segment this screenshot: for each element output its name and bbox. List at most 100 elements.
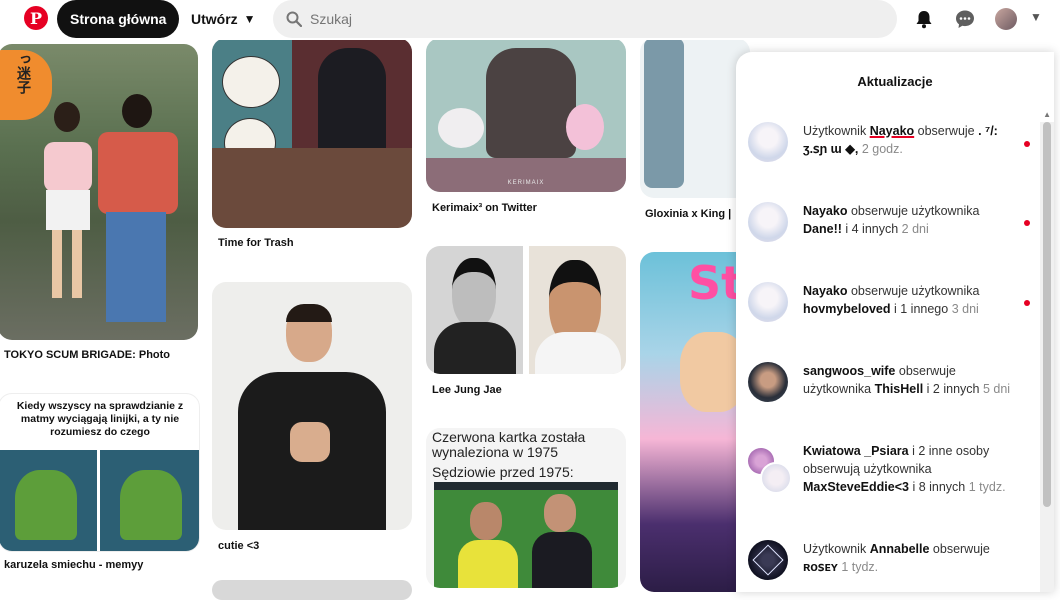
notification-item[interactable]: Kwiatowa _Psiara i 2 inne osoby obserwuj…: [748, 442, 1018, 512]
kermit-right-image: [100, 450, 199, 551]
text-suffix: i 4 innych: [841, 222, 902, 236]
notification-text: Użytkownik Nayako obserwuje . ⁷/: ʒ.ꜱɲ ɯ…: [803, 122, 1013, 158]
pin-caption[interactable]: Gloxinia x King |: [645, 208, 731, 220]
user-avatar[interactable]: [748, 540, 788, 580]
notification-text: Nayako obserwuje użytkownika Dane!! i 4 …: [803, 202, 1013, 238]
pin-image-kermit-meme[interactable]: Kiedy wszyscy na sprawdzianie z matmy wy…: [0, 393, 200, 552]
watermark-text: KERIMAIX: [507, 180, 545, 186]
comic-table: [212, 148, 412, 228]
meme-text: Kiedy wszyscy na sprawdzianie z matmy wy…: [16, 400, 184, 438]
account-chevron-down-icon[interactable]: ▼: [1030, 10, 1042, 24]
pin-image-partial[interactable]: [212, 580, 412, 600]
notifications-panel: Aktualizacje ▲ Użytkownik Nayako obserwu…: [736, 52, 1054, 592]
notification-text: sangwoos_wife obserwuje użytkownika This…: [803, 362, 1013, 398]
search-icon: [286, 11, 302, 27]
pin-image-kerimaix-art[interactable]: KERIMAIX: [426, 38, 626, 192]
text-suffix: i 2 innych: [923, 382, 983, 396]
pin-image-batman-comic[interactable]: [212, 38, 412, 228]
chevron-down-icon: ▼: [243, 12, 256, 26]
user-avatar[interactable]: [995, 8, 1017, 30]
pin-image-man-portrait[interactable]: [212, 282, 412, 530]
target-username[interactable]: ʀᴏꜱᴇʏ: [803, 560, 838, 574]
person-right-figure: [90, 94, 182, 340]
meme-line-1: Czerwona kartka została wynaleziona w 19…: [432, 429, 586, 460]
art-creature: [566, 104, 604, 150]
create-label: Utwórz: [191, 11, 238, 27]
face-shape: [286, 304, 332, 362]
actor-username[interactable]: Kwiatowa _Psiara: [803, 444, 909, 458]
search-bar[interactable]: [273, 0, 897, 38]
text-prefix: Użytkownik: [803, 542, 870, 556]
panel-title: Aktualizacje: [857, 74, 933, 89]
text-middle: obserwuje: [929, 542, 990, 556]
actor-username[interactable]: Nayako: [803, 204, 847, 218]
text-suffix: i 1 innego: [890, 302, 952, 316]
text-middle: obserwuje użytkownika: [847, 284, 980, 298]
search-input[interactable]: [308, 10, 872, 28]
color-photo: [529, 246, 626, 374]
notification-item[interactable]: Użytkownik Nayako obserwuje . ⁷/: ʒ.ꜱɲ ɯ…: [748, 122, 1018, 172]
text-middle: obserwuje użytkownika: [847, 204, 980, 218]
notification-time: 5 dni: [982, 382, 1011, 396]
notification-time: 1 tydz.: [841, 560, 879, 574]
notification-item[interactable]: sangwoos_wife obserwuje użytkownika This…: [748, 362, 1018, 412]
top-nav-bar: P Strona główna Utwórz ▼ ▼: [0, 0, 1060, 40]
text-prefix: Użytkownik: [803, 124, 870, 138]
messages-icon[interactable]: [953, 7, 977, 31]
notification-time: 2 godz.: [861, 142, 903, 156]
actor-username[interactable]: Nayako: [803, 284, 847, 298]
pin-caption[interactable]: Time for Trash: [218, 237, 294, 249]
person-left-figure: [40, 102, 96, 302]
pin-caption[interactable]: Kerimaix³ on Twitter: [432, 202, 537, 214]
actor-username[interactable]: Annabelle: [870, 542, 930, 556]
target-username[interactable]: ThisHell: [875, 382, 924, 396]
target-username[interactable]: hovmybeloved: [803, 302, 891, 316]
notifications-bell-icon[interactable]: [912, 7, 936, 31]
pinterest-logo-icon[interactable]: P: [24, 6, 48, 30]
create-menu-button[interactable]: Utwórz ▼: [191, 0, 256, 38]
notification-item[interactable]: Nayako obserwuje użytkownika hovmybelove…: [748, 282, 1018, 332]
art-figure: [644, 38, 684, 188]
art-figure: [486, 48, 576, 158]
pin-image-gloxinia-art[interactable]: [640, 38, 750, 198]
referee-photo: [434, 482, 618, 588]
bw-photo: [426, 246, 523, 374]
art-creature: [438, 108, 484, 148]
target-username[interactable]: MaxSteveEddie<3: [803, 480, 909, 494]
text-middle: obserwuje: [914, 124, 979, 138]
scroll-up-arrow-icon[interactable]: ▲: [1043, 110, 1051, 119]
notification-time: 1 tydz.: [968, 480, 1006, 494]
pin-caption[interactable]: cutie <3: [218, 540, 259, 552]
notification-text: Użytkownik Annabelle obserwuje ʀᴏꜱᴇʏ 1 t…: [803, 540, 1013, 576]
pin-image-couple-photo[interactable]: っ迷子: [0, 44, 198, 340]
user-avatar[interactable]: [748, 122, 788, 162]
pin-caption[interactable]: Lee Jung Jae: [432, 384, 502, 396]
unread-dot-icon: [1024, 141, 1030, 147]
scrollbar-thumb[interactable]: [1043, 122, 1051, 507]
notification-item[interactable]: Nayako obserwuje użytkownika Dane!! i 4 …: [748, 202, 1018, 252]
user-avatar[interactable]: [748, 282, 788, 322]
target-username[interactable]: Dane!!: [803, 222, 842, 236]
badge-text: っ迷子: [16, 52, 32, 94]
home-button[interactable]: Strona główna: [57, 0, 180, 38]
pin-caption[interactable]: TOKYO SCUM BRIGADE: Photo: [4, 349, 170, 361]
notification-time: 3 dni: [951, 302, 979, 316]
user-avatar[interactable]: [748, 362, 788, 402]
user-avatar[interactable]: [760, 462, 792, 494]
hands-shape: [290, 422, 330, 462]
user-avatar[interactable]: [748, 202, 788, 242]
notification-text: Nayako obserwuje użytkownika hovmybelove…: [803, 282, 1013, 318]
pin-image-star-cartoon[interactable]: Star: [640, 252, 750, 592]
meme-line-2: Sędziowie przed 1975:: [432, 464, 574, 480]
unread-dot-icon: [1024, 300, 1030, 306]
pin-image-red-card-meme[interactable]: Czerwona kartka została wynaleziona w 19…: [426, 428, 626, 588]
art-floor: [426, 158, 626, 192]
notification-text: Kwiatowa _Psiara i 2 inne osoby obserwuj…: [803, 442, 1013, 496]
actor-username[interactable]: Nayako: [870, 124, 914, 138]
pin-caption[interactable]: karuzela smiechu - memyy: [4, 559, 143, 571]
notification-item[interactable]: Użytkownik Annabelle obserwuje ʀᴏꜱᴇʏ 1 t…: [748, 540, 1018, 590]
kermit-left-image: [0, 450, 97, 551]
unread-dot-icon: [1024, 220, 1030, 226]
pin-image-lee-jung-jae[interactable]: [426, 246, 626, 374]
actor-username[interactable]: sangwoos_wife: [803, 364, 895, 378]
